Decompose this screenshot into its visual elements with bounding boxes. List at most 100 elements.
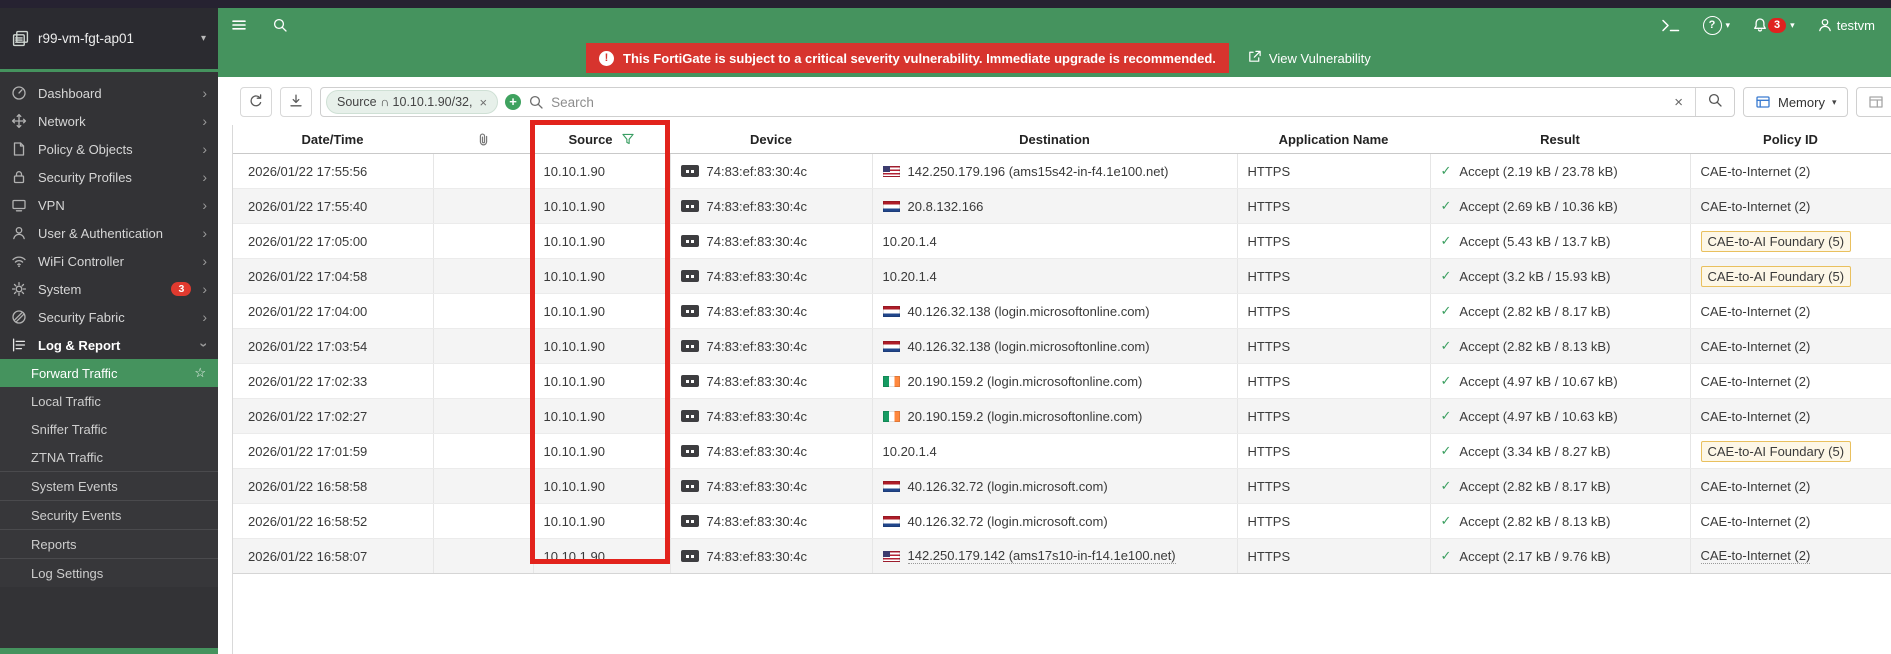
cell-policyid[interactable]: CAE-to-Internet (2)	[1690, 503, 1891, 539]
column-header-datetime[interactable]: Date/Time	[232, 125, 433, 154]
cell-result[interactable]: ✓ Accept (5.43 kB / 13.7 kB)	[1430, 223, 1691, 259]
cell-attachment[interactable]	[433, 153, 534, 189]
cell-source[interactable]: 10.10.1.90	[533, 153, 671, 189]
cell-attachment[interactable]	[433, 538, 534, 574]
cell-device[interactable]: 74:83:ef:83:30:4c	[670, 328, 873, 364]
refresh-button[interactable]	[240, 87, 272, 117]
cell-result[interactable]: ✓ Accept (2.82 kB / 8.13 kB)	[1430, 503, 1691, 539]
cell-policyid[interactable]: CAE-to-Internet (2)	[1690, 363, 1891, 399]
cell-datetime[interactable]: 2026/01/22 17:04:58	[232, 258, 434, 294]
sidebar-item-dashboard[interactable]: Dashboard ›	[0, 79, 218, 107]
sidebar-subitem-local-traffic[interactable]: Local Traffic	[0, 387, 218, 415]
table-row[interactable]: 2026/01/22 17:02:33 10.10.1.90 74:83:ef:83…	[232, 363, 1891, 399]
cell-source[interactable]: 10.10.1.90	[533, 258, 671, 294]
cell-attachment[interactable]	[433, 328, 534, 364]
apply-search-button[interactable]	[1696, 92, 1734, 113]
cell-device[interactable]: 74:83:ef:83:30:4c	[670, 258, 873, 294]
sidebar-subitem-security-events[interactable]: Security Events	[0, 501, 218, 529]
cell-datetime[interactable]: 2026/01/22 16:58:07	[232, 538, 434, 574]
cell-result[interactable]: ✓ Accept (2.17 kB / 9.76 kB)	[1430, 538, 1691, 574]
table-row[interactable]: 2026/01/22 17:04:00 10.10.1.90 74:83:ef:83…	[232, 293, 1891, 329]
notifications-button[interactable]: 3 ▾	[1752, 17, 1795, 33]
cell-destination[interactable]: 10.20.1.4	[872, 258, 1238, 294]
cell-attachment[interactable]	[433, 468, 534, 504]
cell-result[interactable]: ✓ Accept (4.97 kB / 10.67 kB)	[1430, 363, 1691, 399]
view-vulnerability-link[interactable]: View Vulnerability	[1247, 49, 1371, 67]
log-source-dropdown[interactable]: Memory ▾	[1743, 87, 1849, 117]
cell-source[interactable]: 10.10.1.90	[533, 538, 671, 574]
cell-policyid[interactable]: CAE-to-Internet (2)	[1690, 398, 1891, 434]
cell-destination[interactable]: 20.190.159.2 (login.microsoftonline.com)	[872, 398, 1238, 434]
cell-datetime[interactable]: 2026/01/22 17:03:54	[232, 328, 434, 364]
table-row[interactable]: 2026/01/22 17:55:40 10.10.1.90 74:83:ef:83…	[232, 188, 1891, 224]
cell-device[interactable]: 74:83:ef:83:30:4c	[670, 363, 873, 399]
sidebar-item-wifi-controller[interactable]: WiFi Controller ›	[0, 247, 218, 275]
column-header-attachment[interactable]	[433, 125, 533, 154]
cell-source[interactable]: 10.10.1.90	[533, 223, 671, 259]
sidebar-subitem-system-events[interactable]: System Events	[0, 472, 218, 500]
cell-destination[interactable]: 20.8.132.166	[872, 188, 1238, 224]
cell-policyid[interactable]: CAE-to-Internet (2)	[1690, 468, 1891, 504]
filter-pill-source[interactable]: Source ∩ 10.10.1.90/32, ×	[326, 90, 499, 114]
cell-device[interactable]: 74:83:ef:83:30:4c	[670, 153, 873, 189]
sidebar-subitem-sniffer-traffic[interactable]: Sniffer Traffic	[0, 415, 218, 443]
cell-destination[interactable]: 40.126.32.72 (login.microsoft.com)	[872, 468, 1238, 504]
cell-source[interactable]: 10.10.1.90	[533, 398, 671, 434]
search-input[interactable]: Search	[551, 95, 594, 110]
sidebar-item-vpn[interactable]: VPN ›	[0, 191, 218, 219]
cell-policyid[interactable]: CAE-to-Internet (2)	[1690, 293, 1891, 329]
cell-policyid[interactable]: CAE-to-Internet (2)	[1690, 328, 1891, 364]
cell-datetime[interactable]: 2026/01/22 16:58:52	[232, 503, 434, 539]
cell-device[interactable]: 74:83:ef:83:30:4c	[670, 293, 873, 329]
table-row[interactable]: 2026/01/22 17:03:54 10.10.1.90 74:83:ef:83…	[232, 328, 1891, 364]
cell-destination[interactable]: 142.250.179.142 (ams17s10-in-f14.1e100.n…	[872, 538, 1238, 574]
add-filter-button[interactable]: +	[505, 94, 522, 110]
cell-destination[interactable]: 10.20.1.4	[872, 223, 1238, 259]
sidebar-item-security-profiles[interactable]: Security Profiles ›	[0, 163, 218, 191]
cell-policyid[interactable]: CAE-to-Internet (2)	[1690, 188, 1891, 224]
cell-application[interactable]: HTTPS	[1237, 538, 1431, 574]
cell-source[interactable]: 10.10.1.90	[533, 188, 671, 224]
cell-attachment[interactable]	[433, 293, 534, 329]
cell-application[interactable]: HTTPS	[1237, 433, 1431, 469]
cell-destination[interactable]: 40.126.32.72 (login.microsoft.com)	[872, 503, 1238, 539]
sidebar-item-user-authentication[interactable]: User & Authentication ›	[0, 219, 218, 247]
details-button[interactable]: Details	[1856, 87, 1891, 117]
sidebar-item-network[interactable]: Network ›	[0, 107, 218, 135]
cell-policyid[interactable]: CAE-to-AI Foundary (5)	[1690, 433, 1891, 469]
cell-device[interactable]: 74:83:ef:83:30:4c	[670, 433, 873, 469]
table-row[interactable]: 2026/01/22 17:02:27 10.10.1.90 74:83:ef:83…	[232, 398, 1891, 434]
cell-source[interactable]: 10.10.1.90	[533, 293, 671, 329]
cell-source[interactable]: 10.10.1.90	[533, 468, 671, 504]
cell-device[interactable]: 74:83:ef:83:30:4c	[670, 503, 873, 539]
cell-attachment[interactable]	[433, 503, 534, 539]
cell-datetime[interactable]: 2026/01/22 17:01:59	[232, 433, 434, 469]
cell-policyid[interactable]: CAE-to-AI Foundary (5)	[1690, 258, 1891, 294]
cell-device[interactable]: 74:83:ef:83:30:4c	[670, 188, 873, 224]
cell-datetime[interactable]: 2026/01/22 17:04:00	[232, 293, 434, 329]
cell-datetime[interactable]: 2026/01/22 17:02:33	[232, 363, 434, 399]
help-menu-button[interactable]: ? ▾	[1702, 15, 1730, 35]
cli-console-button[interactable]	[1661, 18, 1681, 33]
cell-application[interactable]: HTTPS	[1237, 503, 1431, 539]
cell-application[interactable]: HTTPS	[1237, 468, 1431, 504]
sidebar-subitem-reports[interactable]: Reports	[0, 530, 218, 558]
global-search-button[interactable]	[272, 17, 288, 33]
cell-application[interactable]: HTTPS	[1237, 363, 1431, 399]
column-header-policyid[interactable]: Policy ID	[1690, 125, 1891, 154]
cell-application[interactable]: HTTPS	[1237, 223, 1431, 259]
cell-device[interactable]: 74:83:ef:83:30:4c	[670, 538, 873, 574]
table-row[interactable]: 2026/01/22 16:58:58 10.10.1.90 74:83:ef:83…	[232, 468, 1891, 504]
cell-result[interactable]: ✓ Accept (4.97 kB / 10.63 kB)	[1430, 398, 1691, 434]
remove-filter-icon[interactable]: ×	[479, 95, 487, 110]
cell-result[interactable]: ✓ Accept (3.34 kB / 8.27 kB)	[1430, 433, 1691, 469]
cell-datetime[interactable]: 2026/01/22 17:05:00	[232, 223, 434, 259]
sidebar-subitem-log-settings[interactable]: Log Settings	[0, 559, 218, 587]
column-header-application[interactable]: Application Name	[1237, 125, 1430, 154]
cell-policyid[interactable]: CAE-to-AI Foundary (5)	[1690, 223, 1891, 259]
cell-application[interactable]: HTTPS	[1237, 258, 1431, 294]
sidebar-item-policy-objects[interactable]: Policy & Objects ›	[0, 135, 218, 163]
cell-application[interactable]: HTTPS	[1237, 328, 1431, 364]
table-row[interactable]: 2026/01/22 17:55:56 10.10.1.90 74:83:ef:83…	[232, 153, 1891, 189]
cell-attachment[interactable]	[433, 363, 534, 399]
